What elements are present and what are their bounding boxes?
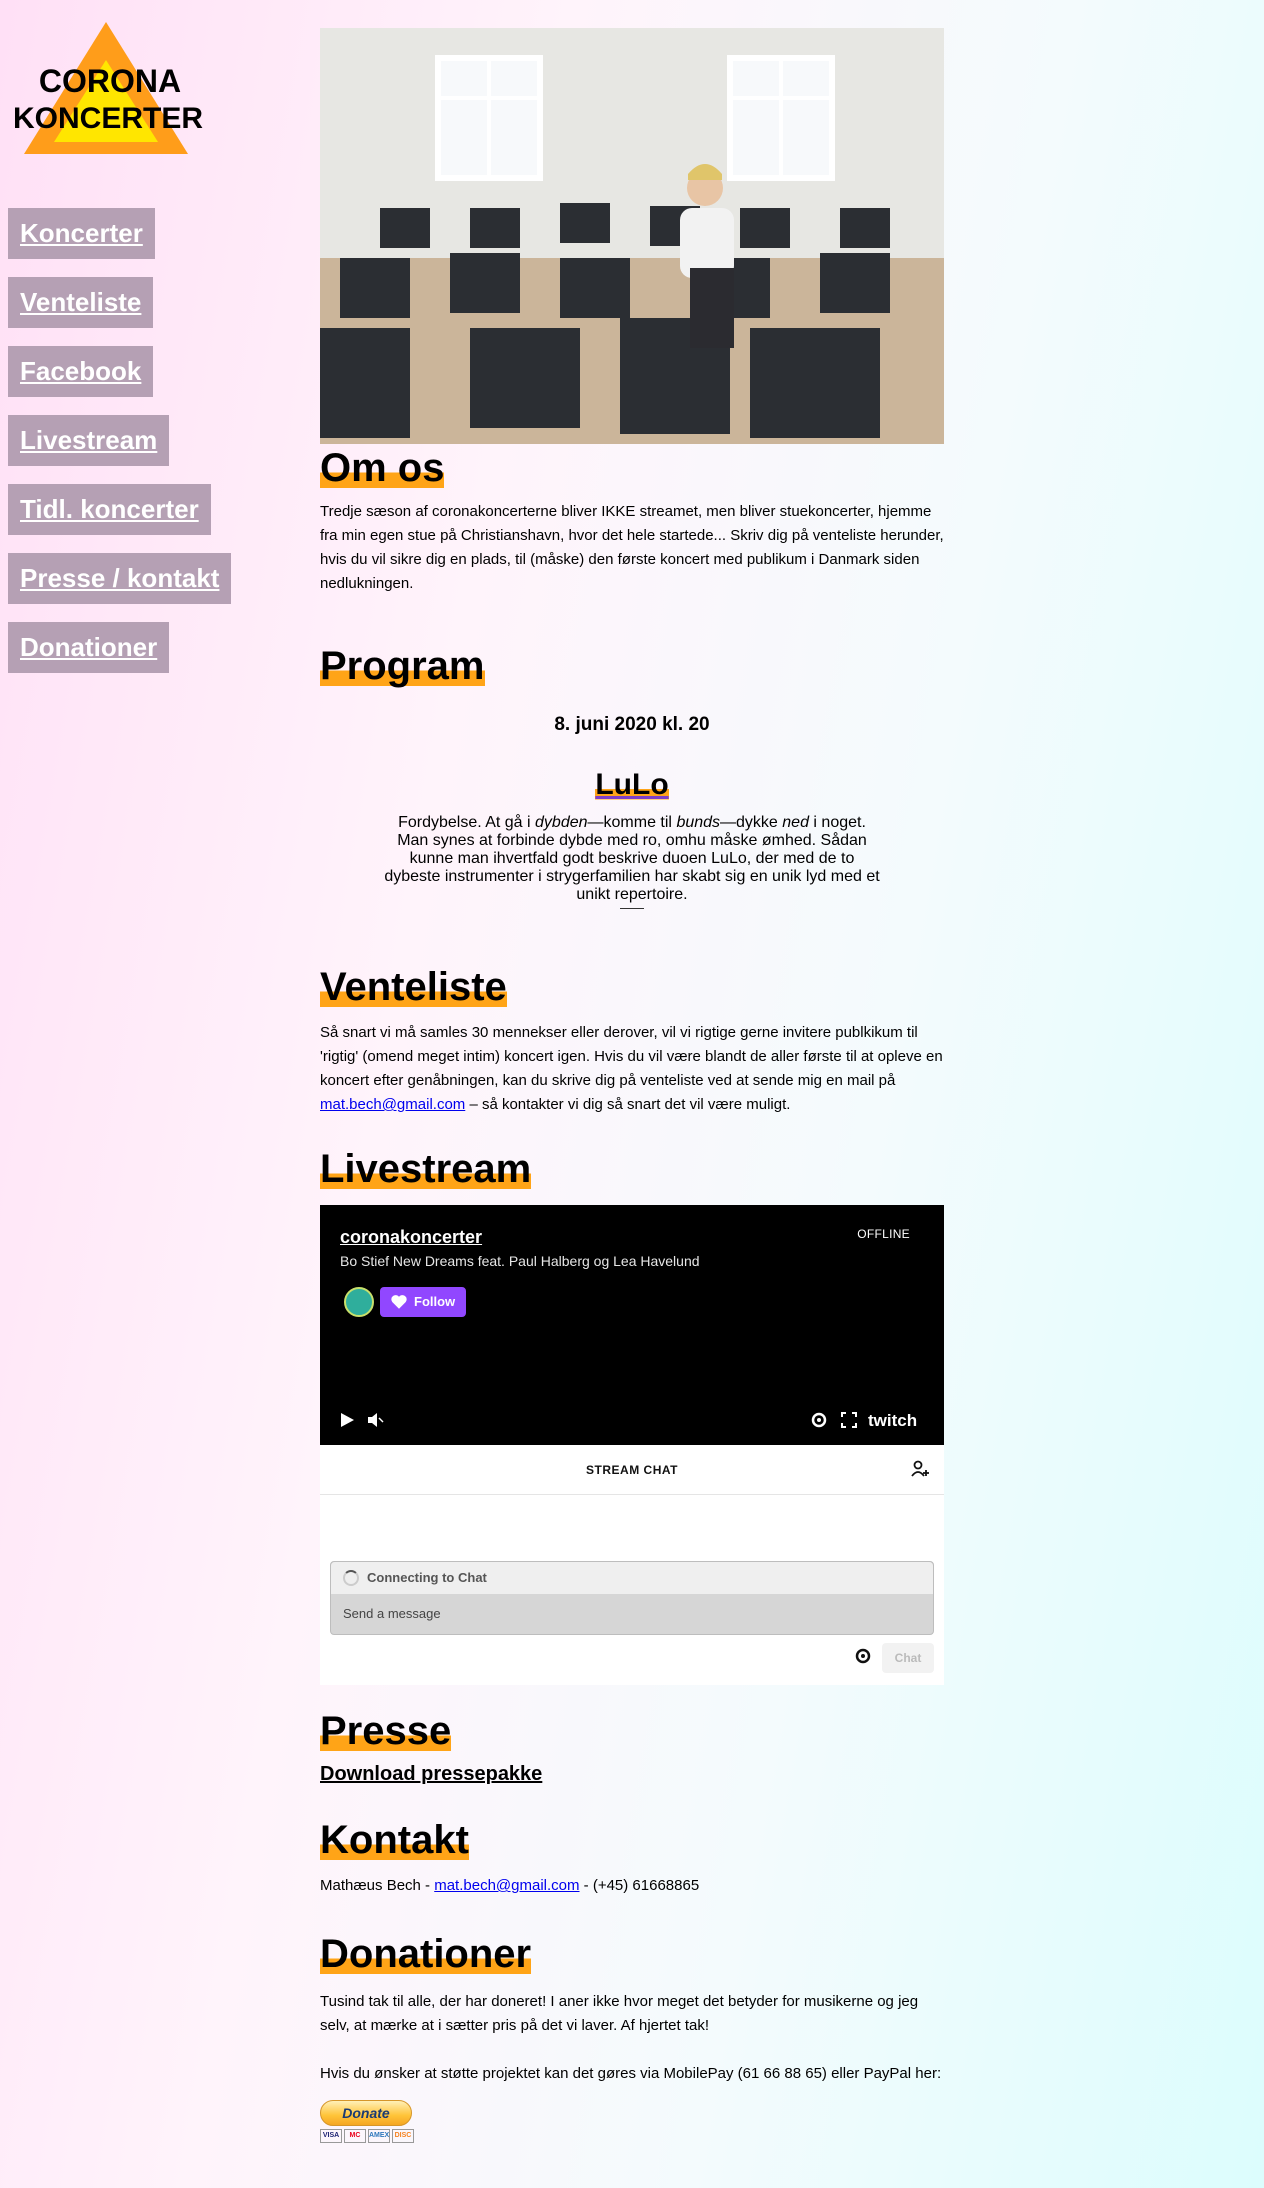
follow-button[interactable]: Follow bbox=[380, 1287, 466, 1317]
logo-line1: CORONA bbox=[39, 63, 181, 99]
donations-support: Hvis du ønsker at støtte projektet kan d… bbox=[320, 2065, 942, 2082]
play-icon[interactable] bbox=[338, 1411, 356, 1429]
donations-heading: Donationer bbox=[320, 1932, 532, 1976]
artist-name[interactable]: LuLo bbox=[595, 768, 669, 802]
artist-description: Fordybelse. At gå i dybden—komme til bun… bbox=[384, 814, 880, 903]
press-heading: Presse bbox=[320, 1709, 452, 1753]
chat-header: STREAM CHAT bbox=[320, 1445, 944, 1495]
mastercard-icon: MC bbox=[344, 2129, 366, 2143]
contact-email-link[interactable]: mat.bech@gmail.com bbox=[434, 1877, 579, 1894]
channel-avatar[interactable] bbox=[344, 1287, 374, 1317]
spinner-icon bbox=[343, 1570, 359, 1586]
nav-livestream[interactable]: Livestream bbox=[8, 415, 170, 466]
livestream-heading: Livestream bbox=[320, 1147, 532, 1191]
channel-link[interactable]: coronakoncerter bbox=[340, 1227, 482, 1248]
divider bbox=[620, 908, 644, 909]
chat-input-box[interactable]: Connecting to Chat Send a message bbox=[330, 1561, 934, 1635]
about-heading: Om os bbox=[320, 446, 445, 490]
nav-facebook[interactable]: Facebook bbox=[8, 346, 154, 397]
main-content: Om os Tredje sæson af coronakoncerterne … bbox=[320, 28, 944, 2143]
chat-send-button[interactable]: Chat bbox=[882, 1643, 934, 1673]
nav-koncerter[interactable]: Koncerter bbox=[8, 208, 155, 259]
nav-donationer[interactable]: Donationer bbox=[8, 622, 170, 673]
hero-photo bbox=[320, 28, 944, 444]
contact-heading: Kontakt bbox=[320, 1818, 469, 1862]
chat-message-input[interactable]: Send a message bbox=[331, 1594, 933, 1634]
waitlist-email-link[interactable]: mat.bech@gmail.com bbox=[320, 1096, 465, 1113]
offline-status: OFFLINE bbox=[857, 1227, 910, 1241]
nav-venteliste[interactable]: Venteliste bbox=[8, 277, 154, 328]
logo-line2: KONCERTER bbox=[13, 102, 203, 135]
nav-presse-kontakt[interactable]: Presse / kontakt bbox=[8, 553, 232, 604]
event-date: 8. juni 2020 kl. 20 bbox=[554, 714, 710, 735]
site-logo[interactable]: CORONA KONCERTER bbox=[10, 20, 210, 160]
stream-title: Bo Stief New Dreams feat. Paul Halberg o… bbox=[340, 1253, 700, 1269]
heart-icon bbox=[391, 1295, 407, 1309]
mute-icon[interactable] bbox=[366, 1411, 384, 1429]
program-heading: Program bbox=[320, 644, 485, 688]
follow-label: Follow bbox=[414, 1294, 456, 1309]
discover-card-icon: DISC bbox=[392, 2129, 414, 2143]
chat-connecting-status: Connecting to Chat bbox=[331, 1562, 933, 1594]
amex-card-icon: AMEX bbox=[368, 2129, 390, 2143]
contact-text: Mathæus Bech - mat.bech@gmail.com - (+45… bbox=[320, 1877, 700, 1894]
users-icon[interactable] bbox=[910, 1459, 930, 1479]
waitlist-text: Så snart vi må samles 30 mennekser eller… bbox=[320, 1024, 943, 1113]
twitch-player[interactable]: coronakoncerter Bo Stief New Dreams feat… bbox=[320, 1205, 944, 1445]
twitch-logo[interactable]: twitch bbox=[868, 1411, 917, 1431]
waitlist-heading: Venteliste bbox=[320, 965, 507, 1009]
stream-chat: STREAM CHAT Connecting to Chat Send a me… bbox=[320, 1445, 944, 1685]
settings-icon[interactable] bbox=[810, 1411, 828, 1429]
visa-card-icon: VISA bbox=[320, 2129, 342, 2143]
payment-cards: VISA MC AMEX DISC bbox=[320, 2129, 944, 2143]
download-press-kit-link[interactable]: Download pressepakke bbox=[320, 1763, 542, 1785]
donations-thanks: Tusind tak til alle, der har doneret! I … bbox=[320, 1993, 919, 2034]
paypal-donate-button[interactable]: Donate bbox=[320, 2100, 412, 2126]
about-text: Tredje sæson af coronakoncerterne bliver… bbox=[320, 503, 944, 592]
chat-settings-icon[interactable] bbox=[854, 1647, 872, 1665]
nav-tidl-koncerter[interactable]: Tidl. koncerter bbox=[8, 484, 211, 535]
fullscreen-icon[interactable] bbox=[840, 1411, 858, 1429]
